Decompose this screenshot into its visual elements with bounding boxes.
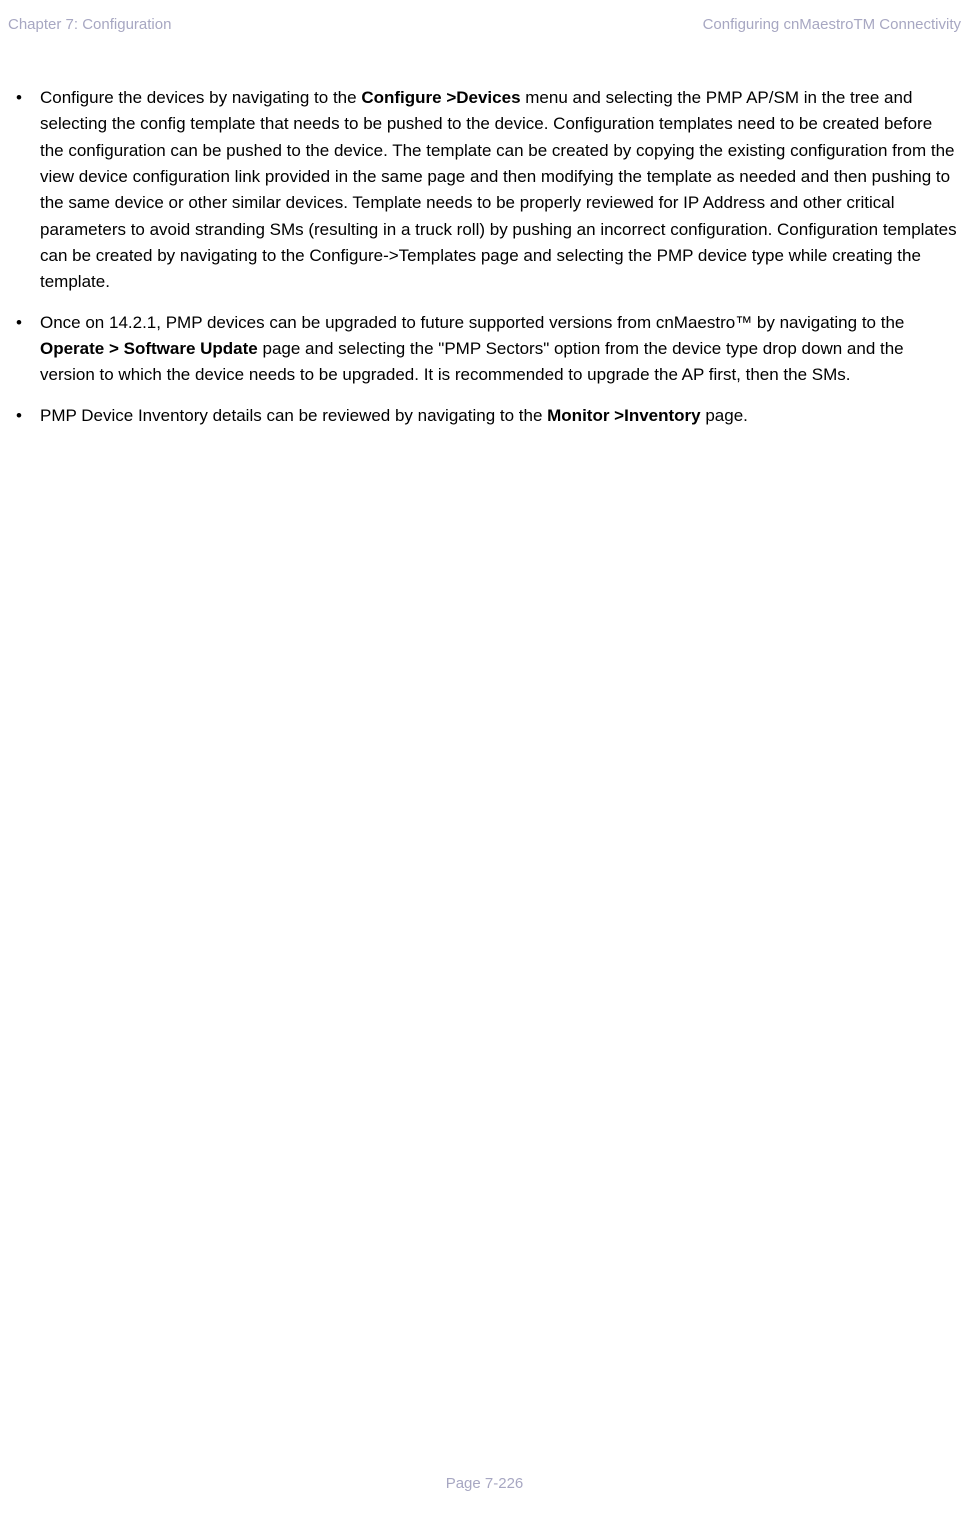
text-segment: page.	[701, 406, 748, 425]
bold-text: Operate > Software Update	[40, 339, 258, 358]
page-footer: Page 7-226	[0, 1475, 969, 1492]
text-segment: Configure the devices by navigating to t…	[40, 88, 361, 107]
list-item: PMP Device Inventory details can be revi…	[10, 403, 959, 429]
text-segment: Once on 14.2.1, PMP devices can be upgra…	[40, 313, 904, 332]
bold-text: Configure >Devices	[361, 88, 520, 107]
text-segment: menu and selecting the PMP AP/SM in the …	[40, 88, 957, 291]
list-item: Configure the devices by navigating to t…	[10, 85, 959, 296]
page-content: Configure the devices by navigating to t…	[0, 33, 969, 429]
header-section: Configuring cnMaestroTM Connectivity	[703, 16, 961, 33]
page: Chapter 7: Configuration Configuring cnM…	[0, 0, 969, 1514]
header-chapter: Chapter 7: Configuration	[8, 16, 171, 33]
bullet-list: Configure the devices by navigating to t…	[10, 85, 959, 429]
page-header: Chapter 7: Configuration Configuring cnM…	[0, 0, 969, 33]
text-segment: PMP Device Inventory details can be revi…	[40, 406, 547, 425]
list-item: Once on 14.2.1, PMP devices can be upgra…	[10, 310, 959, 389]
bold-text: Monitor >Inventory	[547, 406, 700, 425]
